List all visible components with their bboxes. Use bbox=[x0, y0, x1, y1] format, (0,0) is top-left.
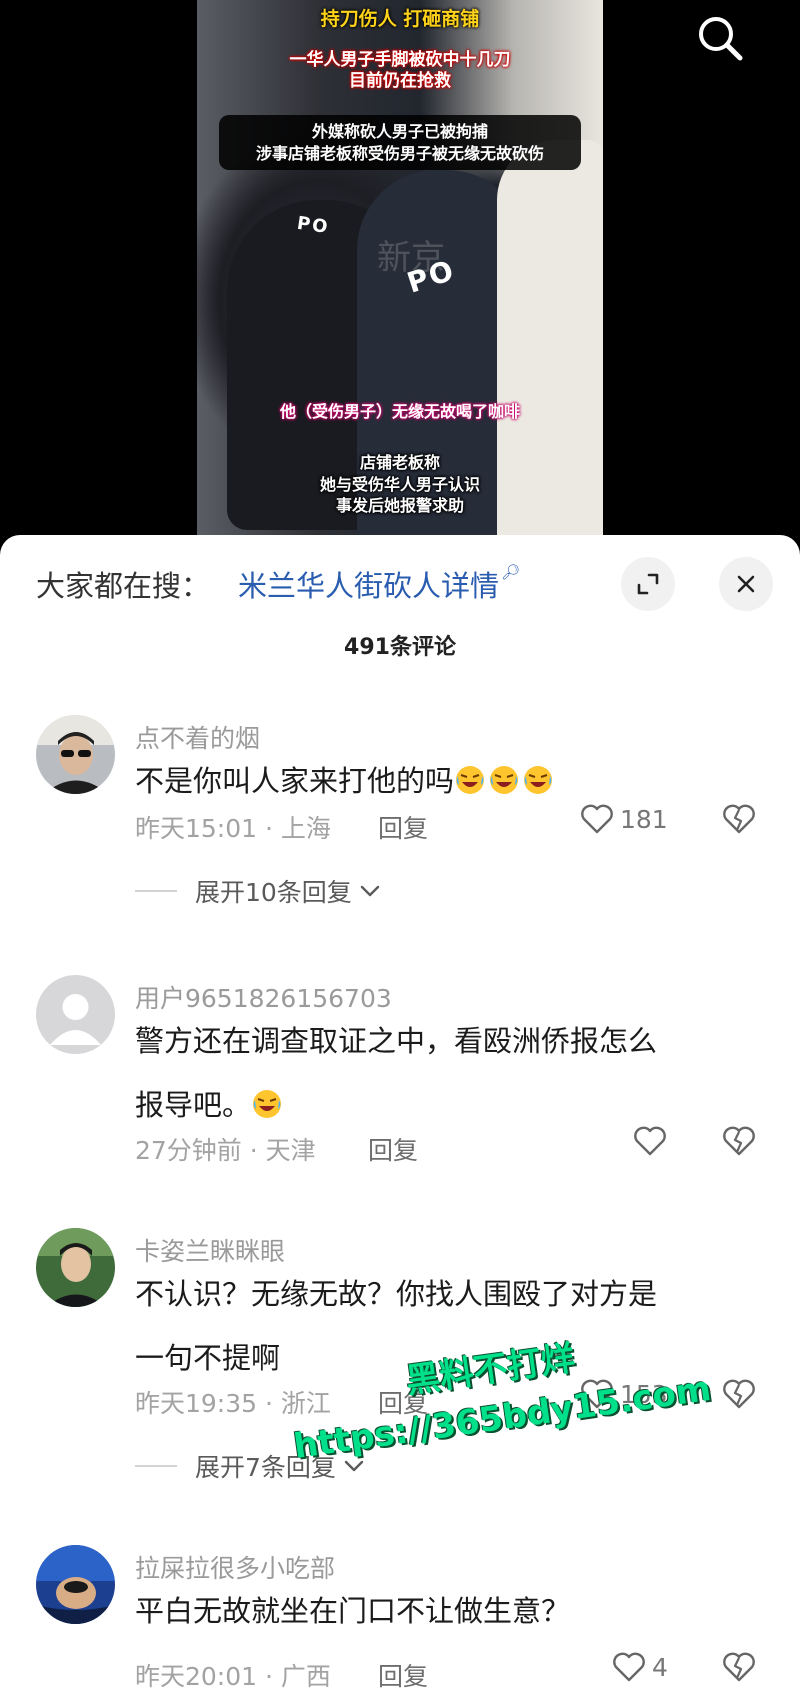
avatar[interactable] bbox=[36, 1228, 115, 1307]
video-player[interactable]: PO PO 新京 持刀伤人 打砸商铺 一华人男子手脚被砍中十几刀 目前仍在抢救 … bbox=[0, 0, 800, 535]
trending-search-label: 大家都在搜： bbox=[36, 569, 211, 603]
comment-text: 警方还在调查取证之中，看殴洲侨报怎么 报导吧。 bbox=[135, 1009, 755, 1137]
comment-line: 不认识？无缘无故？你找人围殴了对方是 bbox=[135, 1277, 658, 1311]
comment-line-text: 报导吧。 bbox=[135, 1088, 252, 1122]
like-button[interactable]: 4 bbox=[612, 1651, 668, 1683]
laugh-cry-emoji-icon bbox=[490, 766, 519, 794]
broken-heart-icon bbox=[723, 1379, 755, 1409]
trending-search-text: 米兰华人街砍人详情 bbox=[238, 569, 500, 603]
reply-button[interactable]: 回复 bbox=[378, 1384, 428, 1420]
caption-line: 一华人男子手脚被砍中十几刀 bbox=[289, 50, 511, 70]
chevron-down-icon bbox=[344, 1460, 364, 1472]
dislike-button[interactable] bbox=[722, 1125, 756, 1161]
close-sheet-button[interactable] bbox=[719, 557, 773, 611]
small-search-icon: 🔎︎ bbox=[501, 563, 521, 581]
chevron-down-icon bbox=[360, 885, 380, 897]
avatar[interactable] bbox=[36, 1545, 115, 1624]
heart-icon bbox=[581, 1379, 613, 1409]
like-button[interactable]: 181 bbox=[580, 803, 668, 835]
expand-replies-label: 展开10条回复 bbox=[195, 878, 352, 907]
laugh-cry-emoji-icon bbox=[524, 766, 553, 794]
comment-meta: 昨天20:01 · 广西 bbox=[135, 1662, 331, 1691]
dislike-button[interactable] bbox=[722, 1651, 756, 1687]
like-count: 181 bbox=[620, 804, 668, 834]
video-caption-sub: 一华人男子手脚被砍中十几刀 目前仍在抢救 bbox=[197, 50, 603, 93]
reply-button[interactable]: 回复 bbox=[368, 1131, 418, 1167]
video-caption-coffee: 他（受伤男子）无缘无故喝了咖啡 bbox=[279, 402, 520, 421]
comment-sheet: 大家都在搜： 米兰华人街砍人详情 🔎︎ 491条评论 点不着的烟 不是你叫人家来… bbox=[0, 535, 800, 1695]
broken-heart-icon bbox=[723, 1652, 755, 1682]
trending-search-link[interactable]: 米兰华人街砍人详情 🔎︎ bbox=[238, 563, 520, 605]
comment-count: 491条评论 bbox=[344, 635, 456, 660]
avatar[interactable] bbox=[36, 715, 115, 794]
default-avatar-icon bbox=[36, 975, 115, 1054]
dislike-button[interactable] bbox=[722, 1378, 756, 1414]
caption-line: 店铺老板称 bbox=[359, 453, 440, 472]
heart-icon bbox=[613, 1652, 645, 1682]
police-patch: PO bbox=[295, 212, 331, 239]
video-caption-boss: 店铺老板称 她与受伤华人男子认识 事发后她报警求助 bbox=[197, 452, 603, 517]
comment-meta: 昨天15:01 · 上海 bbox=[135, 814, 331, 843]
comment-line: 警方还在调查取证之中，看殴洲侨报怎么 bbox=[135, 1024, 658, 1058]
expand-sheet-button[interactable] bbox=[621, 557, 675, 611]
divider bbox=[135, 890, 177, 892]
comment-body: 不是你叫人家来打他的吗 bbox=[135, 764, 455, 798]
like-count: 4 bbox=[652, 1652, 668, 1682]
expand-replies-label: 展开7条回复 bbox=[195, 1453, 336, 1482]
laugh-cry-emoji-icon bbox=[456, 766, 485, 794]
avatar[interactable] bbox=[36, 975, 115, 1054]
like-button[interactable] bbox=[633, 1125, 667, 1157]
video-caption-box: 外媒称砍人男子已被拘捕 涉事店铺老板称受伤男子被无缘无故砍伤 bbox=[219, 115, 581, 171]
avatar-image bbox=[36, 715, 115, 794]
comment-text: 不认识？无缘无故？你找人围殴了对方是 一句不提啊 bbox=[135, 1262, 755, 1390]
laugh-cry-emoji-icon bbox=[253, 1090, 282, 1118]
avatar-image bbox=[36, 1545, 115, 1624]
like-count: 153 bbox=[620, 1379, 668, 1409]
expand-icon bbox=[637, 573, 659, 595]
heart-icon bbox=[581, 804, 613, 834]
avatar-image bbox=[36, 1228, 115, 1307]
sheet-header: 大家都在搜： 米兰华人街砍人详情 🔎︎ bbox=[0, 535, 800, 615]
broken-heart-icon bbox=[723, 804, 755, 834]
caption-line: 涉事店铺老板称受伤男子被无缘无故砍伤 bbox=[255, 143, 544, 163]
heart-icon bbox=[634, 1126, 666, 1156]
caption-line: 她与受伤华人男子认识 bbox=[319, 474, 480, 494]
video-corner-watermark: 新京 bbox=[377, 238, 445, 278]
reply-button[interactable]: 回复 bbox=[378, 1657, 428, 1693]
close-icon bbox=[737, 575, 755, 593]
video-frame[interactable]: PO PO 新京 持刀伤人 打砸商铺 一华人男子手脚被砍中十几刀 目前仍在抢救 … bbox=[197, 0, 603, 535]
broken-heart-icon bbox=[723, 1126, 755, 1156]
search-icon bbox=[699, 17, 743, 61]
comment-text: 平白无故就坐在门口不让做生意？ bbox=[135, 1594, 571, 1628]
expand-replies[interactable]: 展开7条回复 bbox=[135, 1448, 366, 1484]
comment-meta: 昨天19:35 · 浙江 bbox=[135, 1389, 331, 1418]
divider bbox=[135, 1465, 177, 1467]
comment-meta: 27分钟前 · 天津 bbox=[135, 1136, 316, 1165]
caption-line: 事发后她报警求助 bbox=[335, 496, 464, 516]
dislike-button[interactable] bbox=[722, 803, 756, 839]
caption-line: 目前仍在抢救 bbox=[349, 71, 451, 92]
like-button[interactable]: 153 bbox=[580, 1378, 668, 1410]
caption-line: 外媒称砍人男子已被拘捕 bbox=[311, 122, 488, 141]
expand-replies[interactable]: 展开10条回复 bbox=[135, 873, 382, 909]
video-caption-title: 持刀伤人 打砸商铺 bbox=[320, 8, 480, 30]
search-button[interactable] bbox=[692, 10, 748, 66]
reply-button[interactable]: 回复 bbox=[378, 809, 428, 845]
